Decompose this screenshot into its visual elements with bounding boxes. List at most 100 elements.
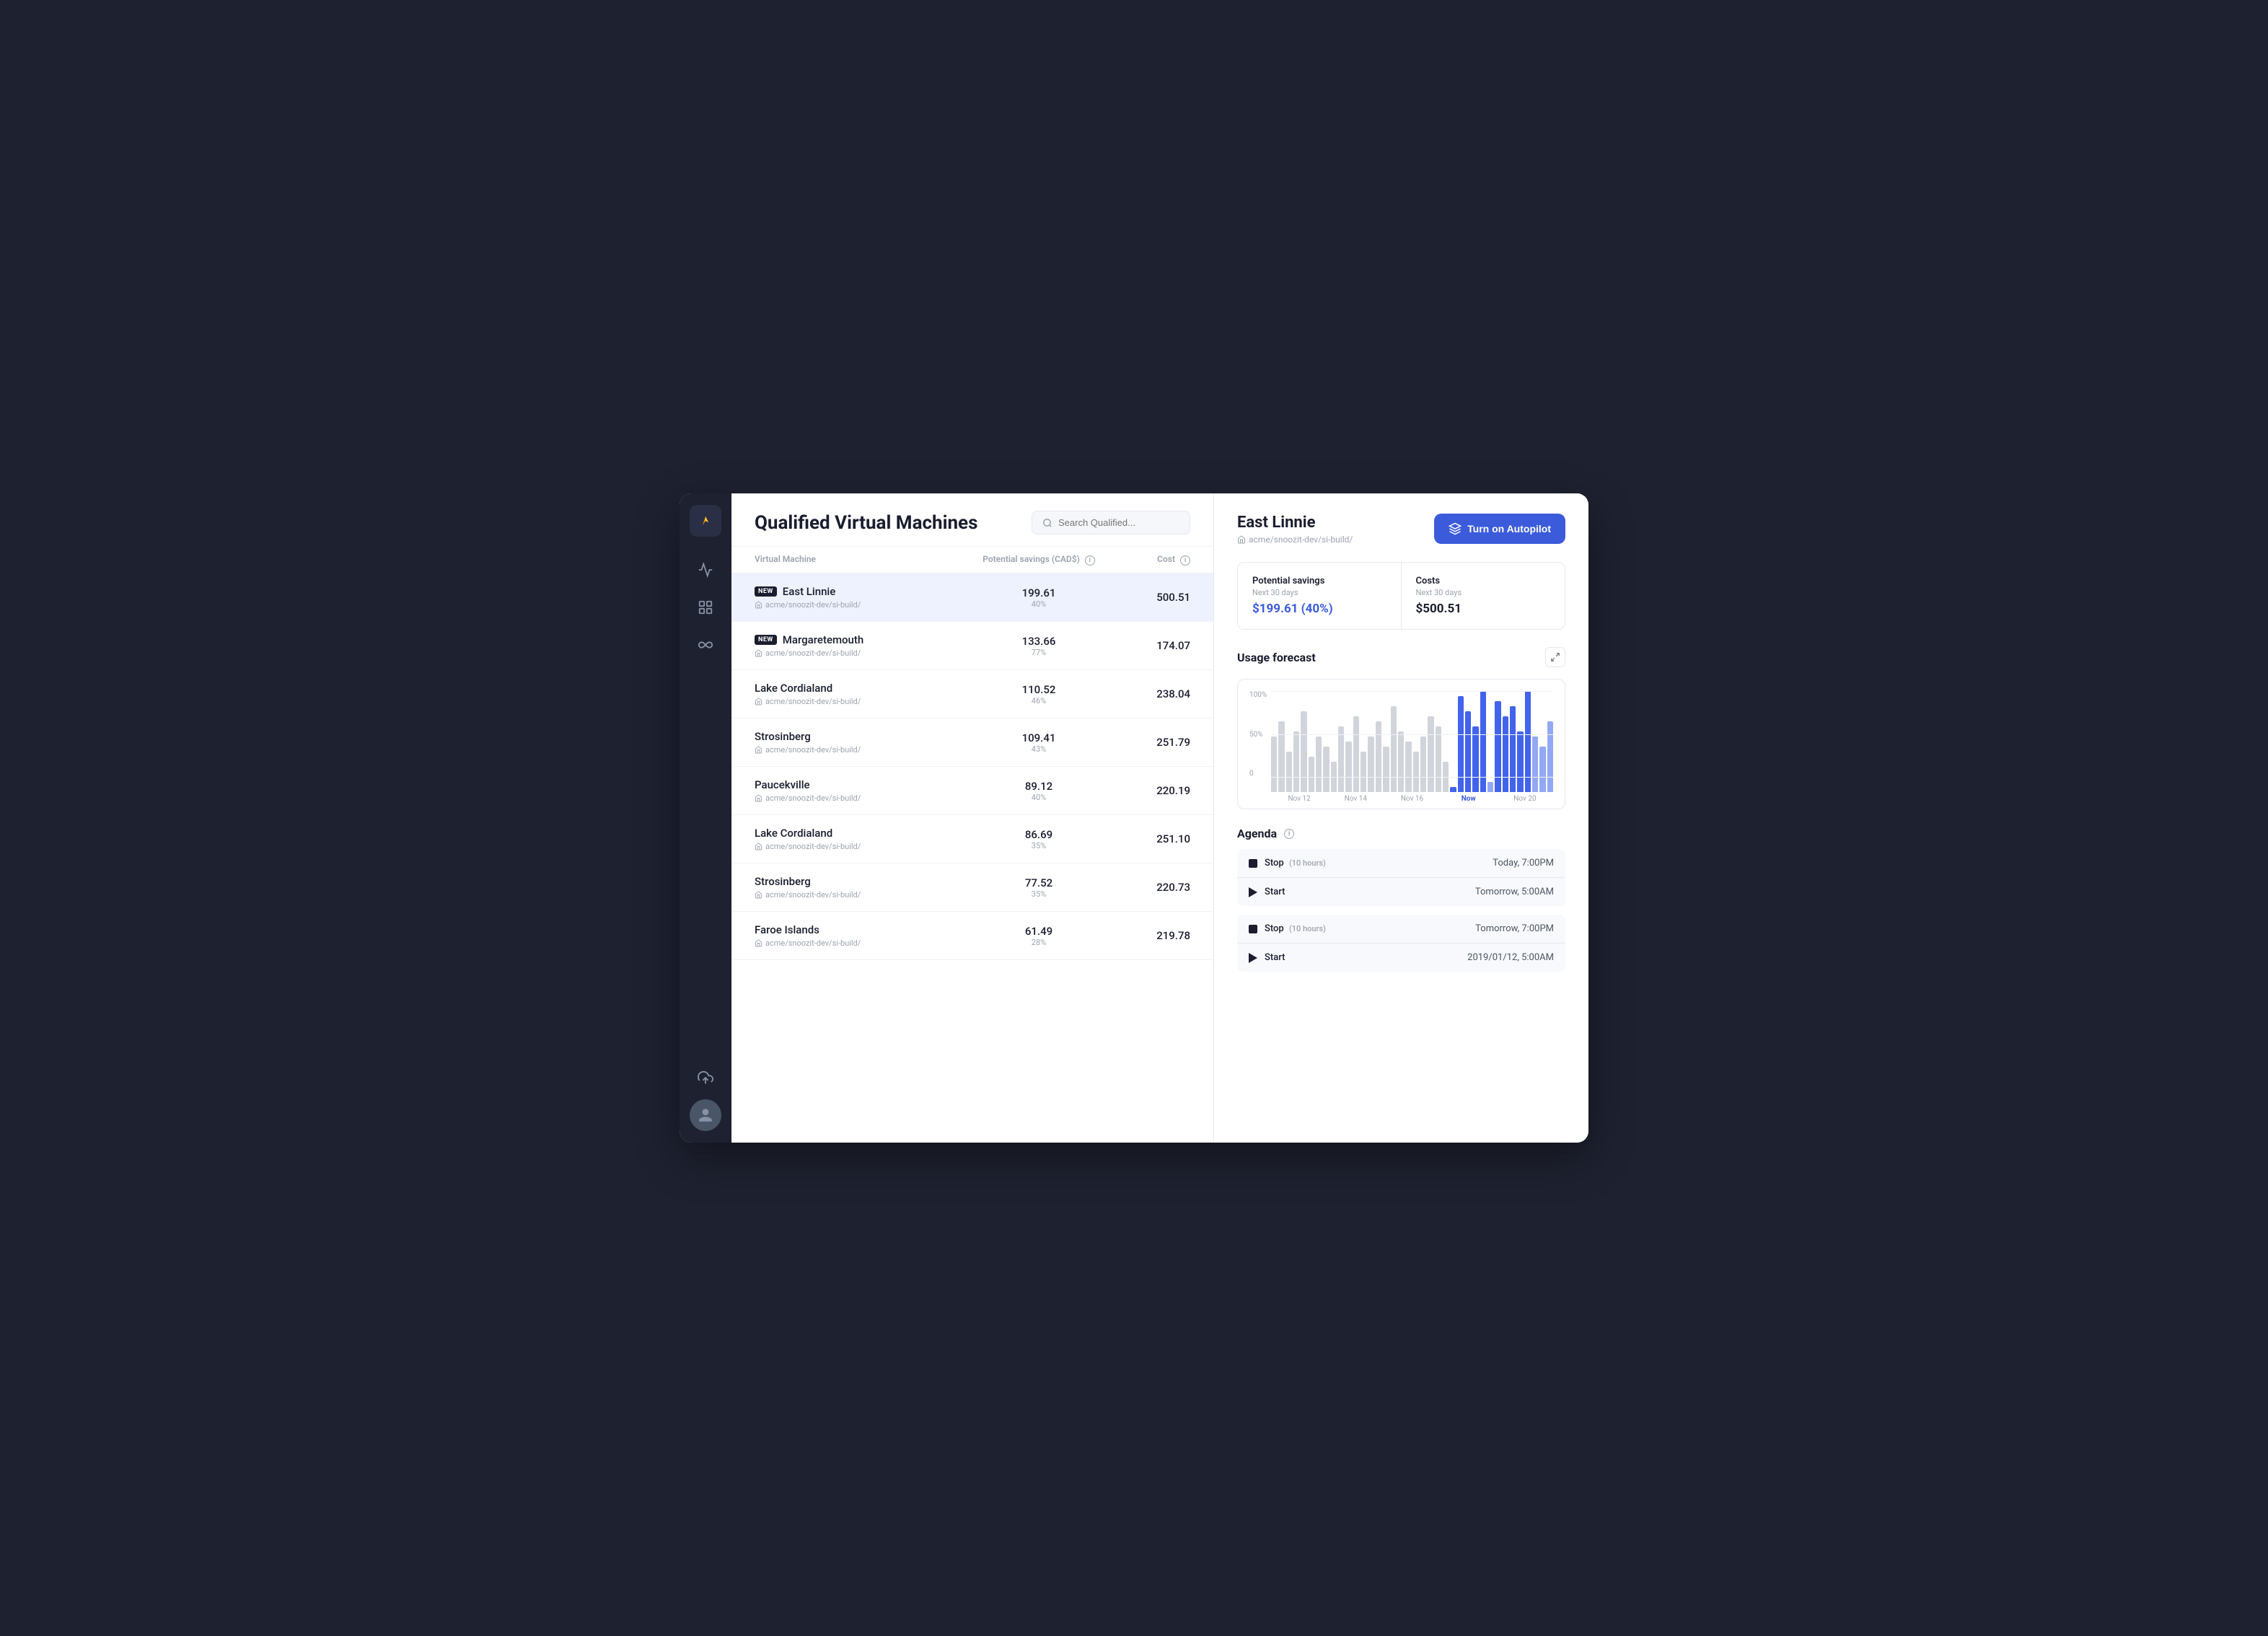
start-icon xyxy=(1249,887,1257,897)
chart-bar xyxy=(1391,706,1397,792)
agenda-group: Stop (10 hours) Tomorrow, 7:00PM Start 2… xyxy=(1237,915,1565,972)
table-row[interactable]: Paucekville acme/snoozit-dev/si-build/ 8… xyxy=(731,767,1213,815)
new-badge: NEW xyxy=(755,586,777,597)
chart-bar xyxy=(1503,716,1508,792)
search-input[interactable] xyxy=(1058,517,1179,528)
costs-period: Next 30 days xyxy=(1416,588,1551,597)
usage-forecast-section: Usage forecast 100% 50% 0 xyxy=(1237,647,1565,827)
table-header: Virtual Machine Potential savings (CAD$)… xyxy=(731,547,1213,573)
detail-panel: East Linnie acme/snoozit-dev/si-build/ T… xyxy=(1213,493,1588,1143)
chart-bar xyxy=(1345,742,1351,792)
chart-bar xyxy=(1286,752,1292,792)
chart-bar xyxy=(1376,721,1381,792)
agenda-item: Stop (10 hours) Today, 7:00PM xyxy=(1237,849,1565,878)
agenda-action: Start xyxy=(1265,952,1285,963)
savings-value: 133.66 xyxy=(974,635,1104,648)
agenda-groups: Stop (10 hours) Today, 7:00PM Start Tomo… xyxy=(1237,849,1565,972)
sidebar-item-avatar[interactable] xyxy=(690,1099,721,1131)
cost-cell: 251.10 xyxy=(1104,832,1190,845)
agenda-group: Stop (10 hours) Today, 7:00PM Start Tomo… xyxy=(1237,849,1565,906)
savings-pct: 43% xyxy=(974,744,1104,754)
agenda-action: Start xyxy=(1265,887,1285,897)
sidebar-item-chart[interactable] xyxy=(690,554,721,586)
vm-path: acme/snoozit-dev/si-build/ xyxy=(755,648,974,658)
chart-bar xyxy=(1420,736,1426,792)
table-row[interactable]: Lake Cordialand acme/snoozit-dev/si-buil… xyxy=(731,670,1213,718)
chart-bar xyxy=(1316,736,1322,792)
cost-cell: 500.51 xyxy=(1104,591,1190,604)
savings-info-icon[interactable]: i xyxy=(1085,555,1095,566)
costs-label: Costs xyxy=(1416,576,1551,586)
vm-path: acme/snoozit-dev/si-build/ xyxy=(755,938,974,948)
vm-name-cell: NEW Margaretemouth acme/snoozit-dev/si-b… xyxy=(755,633,974,658)
table-row[interactable]: Lake Cordialand acme/snoozit-dev/si-buil… xyxy=(731,815,1213,863)
agenda-action: Stop (10 hours) xyxy=(1265,858,1326,868)
table-row[interactable]: NEW East Linnie acme/snoozit-dev/si-buil… xyxy=(731,573,1213,622)
vm-name-cell: Strosinberg acme/snoozit-dev/si-build/ xyxy=(755,875,974,900)
chart-bar xyxy=(1458,696,1464,792)
vm-name: East Linnie xyxy=(783,585,835,598)
expand-button[interactable] xyxy=(1545,647,1565,667)
chart-bar xyxy=(1539,747,1545,792)
sidebar xyxy=(680,493,731,1143)
savings-value: $199.61 (40%) xyxy=(1252,602,1386,616)
savings-pct: 40% xyxy=(974,599,1104,609)
costs-card: Costs Next 30 days $500.51 xyxy=(1402,563,1565,629)
chart-bar xyxy=(1532,736,1538,792)
savings-cell: 77.52 35% xyxy=(974,876,1104,899)
cost-info-icon[interactable]: i xyxy=(1180,555,1190,566)
savings-value: 110.52 xyxy=(974,683,1104,696)
stop-icon xyxy=(1249,859,1257,868)
savings-value: 86.69 xyxy=(974,828,1104,841)
sidebar-item-filter[interactable] xyxy=(690,591,721,623)
autopilot-button[interactable]: Turn on Autopilot xyxy=(1434,514,1565,544)
chart-bar xyxy=(1293,731,1299,792)
savings-cell: 109.41 43% xyxy=(974,731,1104,754)
vm-path: acme/snoozit-dev/si-build/ xyxy=(755,890,974,900)
savings-value: 61.49 xyxy=(974,925,1104,938)
agenda-time: Tomorrow, 5:00AM xyxy=(1475,887,1554,897)
usage-chart: 100% 50% 0 Nov 12 Nov 14 Nov 16 Now xyxy=(1237,679,1565,809)
autopilot-icon xyxy=(1449,522,1462,535)
col-savings-label: Potential savings (CAD$) i xyxy=(974,554,1104,566)
page-title: Qualified Virtual Machines xyxy=(755,512,977,534)
chart-bar xyxy=(1472,726,1478,792)
savings-period: Next 30 days xyxy=(1252,588,1386,597)
agenda-item: Stop (10 hours) Tomorrow, 7:00PM xyxy=(1237,915,1565,944)
vm-path: acme/snoozit-dev/si-build/ xyxy=(755,793,974,803)
agenda-info-icon[interactable]: i xyxy=(1284,829,1294,839)
sidebar-item-upload[interactable] xyxy=(690,1062,721,1094)
table-row[interactable]: Strosinberg acme/snoozit-dev/si-build/ 1… xyxy=(731,718,1213,767)
savings-pct: 77% xyxy=(974,648,1104,657)
chart-bar xyxy=(1271,736,1277,792)
savings-cell: 110.52 46% xyxy=(974,683,1104,705)
vm-name-cell: Strosinberg acme/snoozit-dev/si-build/ xyxy=(755,730,974,755)
savings-pct: 46% xyxy=(974,696,1104,705)
table-container: NEW East Linnie acme/snoozit-dev/si-buil… xyxy=(731,573,1213,1143)
main-panel: Qualified Virtual Machines Virtual Machi… xyxy=(731,493,1213,1143)
chart-bar xyxy=(1398,731,1404,792)
table-row[interactable]: NEW Margaretemouth acme/snoozit-dev/si-b… xyxy=(731,622,1213,670)
sidebar-item-infinity[interactable] xyxy=(690,629,721,661)
savings-cell: 86.69 35% xyxy=(974,828,1104,850)
expand-icon xyxy=(1550,652,1560,662)
path-icon xyxy=(1237,535,1246,544)
table-row[interactable]: Strosinberg acme/snoozit-dev/si-build/ 7… xyxy=(731,863,1213,912)
chart-bar xyxy=(1495,701,1500,792)
vm-name: Margaretemouth xyxy=(783,633,863,646)
cost-cell: 220.73 xyxy=(1104,881,1190,894)
search-bar[interactable] xyxy=(1032,511,1190,535)
agenda-time: Tomorrow, 7:00PM xyxy=(1475,923,1554,934)
vm-name-cell: Lake Cordialand acme/snoozit-dev/si-buil… xyxy=(755,827,974,851)
col-vm-label: Virtual Machine xyxy=(755,554,974,566)
chart-bar xyxy=(1510,706,1516,792)
vm-name-cell: Faroe Islands acme/snoozit-dev/si-build/ xyxy=(755,923,974,948)
chart-bar xyxy=(1309,757,1314,792)
table-row[interactable]: Faroe Islands acme/snoozit-dev/si-build/… xyxy=(731,912,1213,960)
savings-cell: 61.49 28% xyxy=(974,925,1104,947)
vm-path: acme/snoozit-dev/si-build/ xyxy=(755,842,974,851)
usage-forecast-title: Usage forecast xyxy=(1237,647,1565,667)
search-icon xyxy=(1042,518,1052,528)
logo[interactable] xyxy=(690,505,721,537)
vm-name: Lake Cordialand xyxy=(755,682,832,695)
